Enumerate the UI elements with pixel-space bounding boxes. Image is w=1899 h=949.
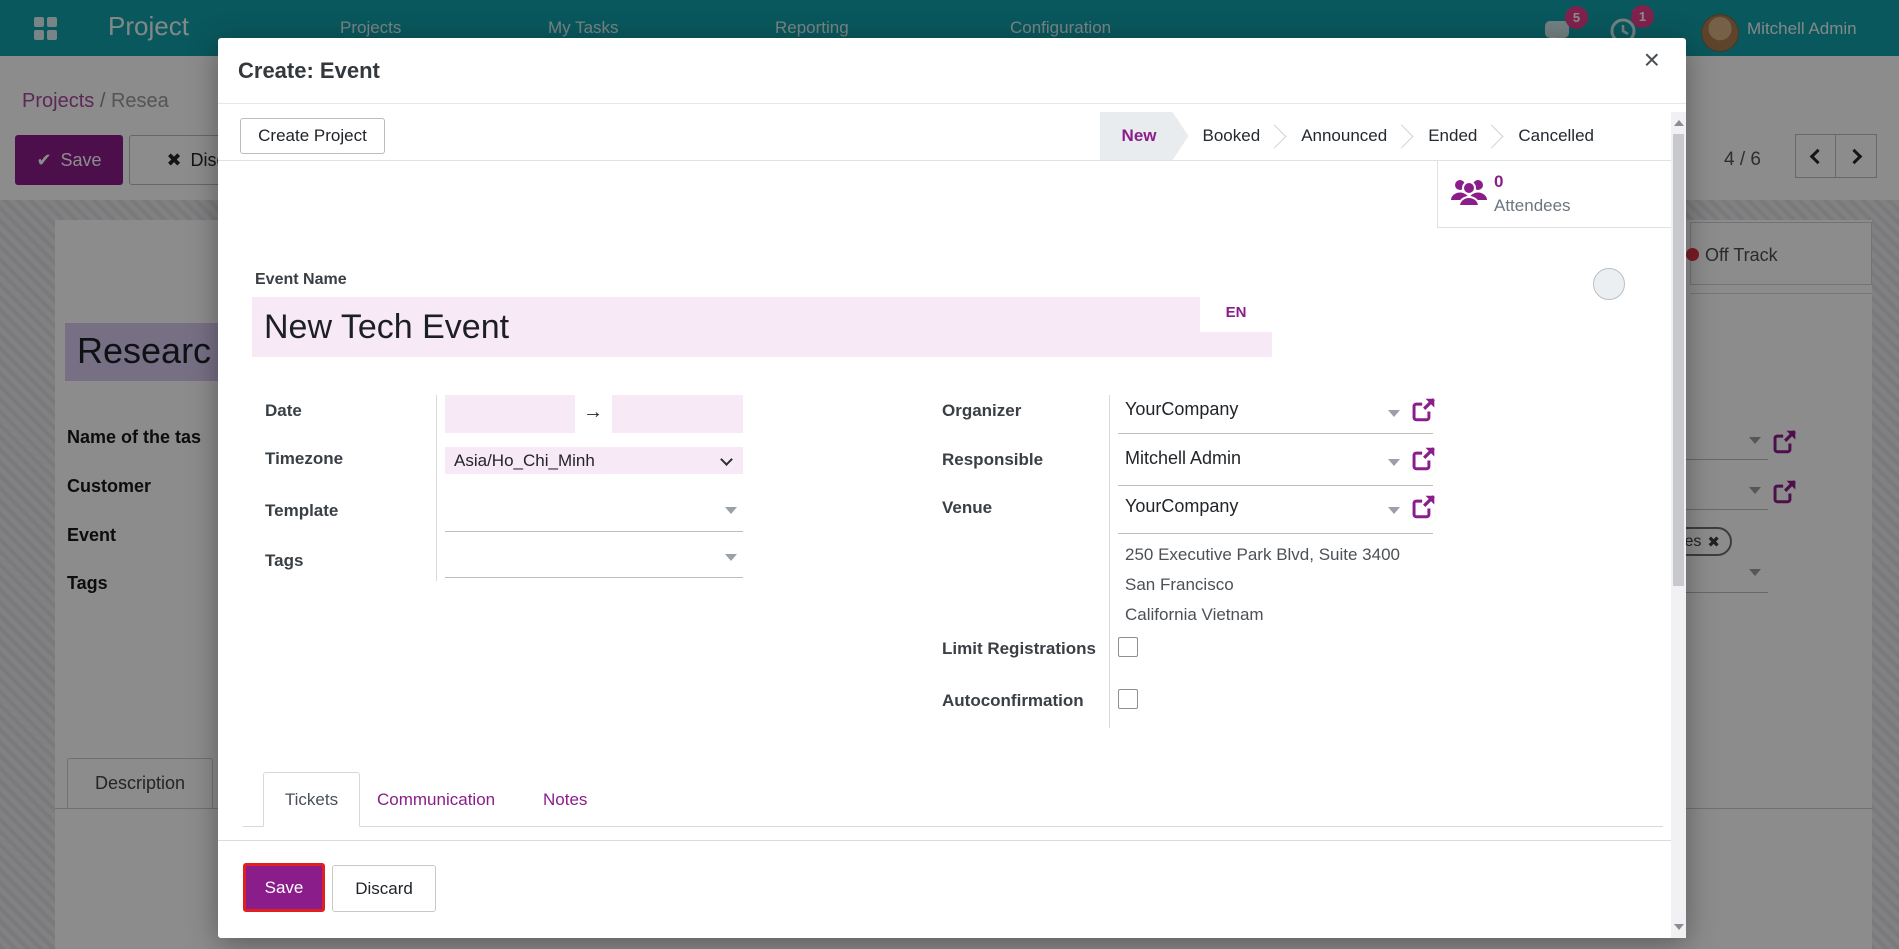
limit-registrations-label: Limit Registrations — [942, 639, 1096, 659]
venue-address-line1: 250 Executive Park Blvd, Suite 3400 — [1125, 545, 1400, 565]
responsible-caret-icon — [1388, 459, 1400, 466]
tab-communication[interactable]: Communication — [377, 790, 495, 810]
scrollbar-thumb[interactable] — [1673, 134, 1684, 586]
venue-address-line3: California Vietnam — [1125, 605, 1264, 625]
screen: Project Projects My Tasks Reporting Conf… — [0, 0, 1899, 949]
statusbar-step-cancelled[interactable]: Cancelled — [1504, 126, 1608, 146]
tags-caret-icon — [725, 554, 737, 561]
save-button[interactable]: Save — [243, 863, 325, 912]
event-name-input[interactable]: New Tech Event — [252, 297, 1272, 357]
scroll-up-icon[interactable] — [1674, 120, 1684, 126]
template-caret-icon — [725, 507, 737, 514]
tags-label: Tags — [265, 551, 303, 571]
venue-field[interactable]: YourCompany — [1125, 496, 1238, 517]
attendees-count: 0 — [1494, 172, 1503, 192]
create-event-dialog: Create: Event × Create Project New Booke… — [218, 38, 1686, 938]
limit-registrations-checkbox[interactable] — [1118, 637, 1138, 657]
left-group-separator — [436, 395, 437, 581]
statusbar: New Booked Announced Ended Cancelled — [1100, 112, 1608, 160]
venue-label: Venue — [942, 498, 992, 518]
organizer-field[interactable]: YourCompany — [1125, 399, 1238, 420]
organizer-label: Organizer — [942, 401, 1021, 421]
date-range-arrow-icon: → — [576, 401, 610, 424]
timezone-label: Timezone — [265, 449, 343, 469]
modal-scrollbar[interactable] — [1671, 112, 1686, 938]
footer-divider — [218, 840, 1686, 841]
organizer-caret-icon — [1388, 410, 1400, 417]
statusbar-step-new[interactable]: New — [1100, 112, 1189, 160]
autoconfirmation-label: Autoconfirmation — [942, 691, 1084, 711]
scroll-down-icon[interactable] — [1674, 924, 1684, 930]
right-group-separator — [1109, 395, 1110, 728]
statusbar-step-announced[interactable]: Announced — [1287, 126, 1401, 146]
venue-address-line2: San Francisco — [1125, 575, 1234, 595]
timezone-select[interactable]: Asia/Ho_Chi_Minh — [445, 447, 743, 474]
template-label: Template — [265, 501, 338, 521]
attendees-stat-button[interactable]: 0 Attendees — [1437, 160, 1671, 228]
date-label: Date — [265, 401, 302, 421]
template-underline — [445, 531, 743, 532]
translation-lang-badge[interactable]: EN — [1200, 292, 1272, 332]
event-name-label: Event Name — [255, 271, 347, 289]
tags-field[interactable] — [445, 541, 743, 577]
date-end-input[interactable] — [612, 395, 743, 433]
dialog-title: Create: Event — [238, 58, 380, 84]
tab-notes[interactable]: Notes — [543, 790, 587, 810]
discard-button[interactable]: Discard — [332, 865, 436, 912]
close-icon[interactable]: × — [1644, 46, 1660, 74]
responsible-external-link-icon[interactable] — [1410, 445, 1437, 472]
header-divider — [218, 103, 1686, 104]
date-start-input[interactable] — [445, 395, 575, 433]
responsible-underline — [1118, 485, 1433, 486]
record-image-placeholder — [1593, 268, 1625, 300]
tags-underline — [445, 577, 743, 578]
attendees-label: Attendees — [1494, 196, 1571, 216]
venue-caret-icon — [1388, 507, 1400, 514]
event-name-value: New Tech Event — [252, 297, 1272, 357]
template-field[interactable] — [445, 493, 743, 531]
venue-external-link-icon[interactable] — [1410, 493, 1437, 520]
attendees-group-icon — [1450, 176, 1488, 210]
responsible-label: Responsible — [942, 450, 1043, 470]
tab-tickets[interactable]: Tickets — [263, 772, 360, 827]
timezone-value: Asia/Ho_Chi_Minh — [445, 447, 743, 474]
autoconfirmation-checkbox[interactable] — [1118, 689, 1138, 709]
venue-underline — [1118, 533, 1433, 534]
organizer-underline — [1118, 433, 1433, 434]
responsible-field[interactable]: Mitchell Admin — [1125, 448, 1241, 469]
tabs-divider — [243, 826, 1663, 827]
create-project-button[interactable]: Create Project — [240, 118, 385, 154]
organizer-external-link-icon[interactable] — [1410, 396, 1437, 423]
